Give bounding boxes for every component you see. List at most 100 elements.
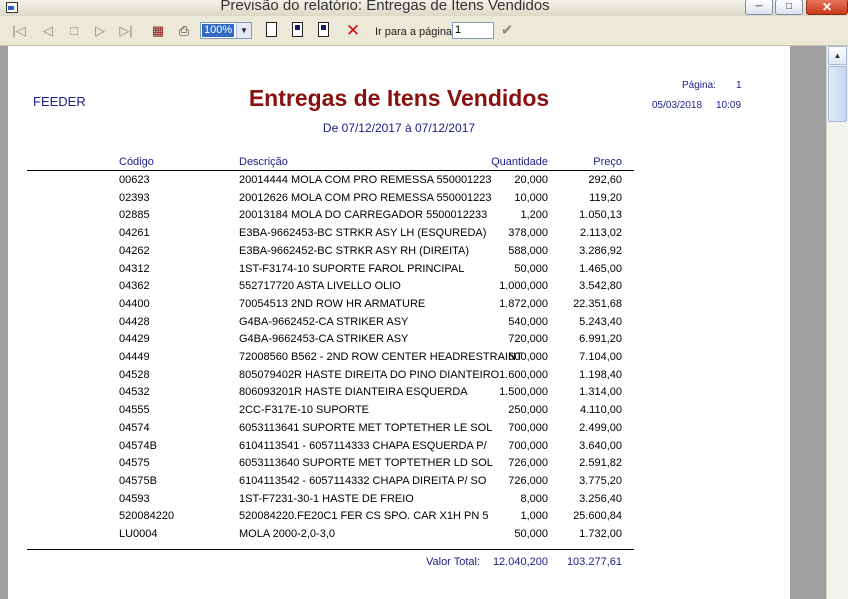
row-code: 04312 xyxy=(119,263,150,275)
row-description: E3BA-9662453-BC STRKR ASY LH (ESQUREDA) xyxy=(239,227,487,239)
row-code: LU0004 xyxy=(119,528,158,540)
row-description: 552717720 ASTA LIVELLO OLIO xyxy=(239,280,401,292)
two-pages-icon[interactable] xyxy=(292,22,303,37)
row-description: 806093201R HASTE DIANTEIRA ESQUERDA xyxy=(239,386,468,398)
row-description: 2CC-F317E-10 SUPORTE xyxy=(239,404,370,416)
row-price: 119,20 xyxy=(589,192,622,204)
row-code: 04428 xyxy=(119,316,150,328)
row-price: 1.314,00 xyxy=(579,386,622,398)
row-code: 04575B xyxy=(119,475,157,487)
column-header-description: Descrição xyxy=(239,156,288,168)
row-code: 02885 xyxy=(119,209,150,221)
row-quantity: 250,000 xyxy=(508,404,548,416)
row-description: 70054513 2ND ROW HR ARMATURE xyxy=(239,298,426,310)
row-description: 20014444 MOLA COM PRO REMESSA 550001223 xyxy=(239,174,492,186)
row-quantity: 20,000 xyxy=(514,174,548,186)
total-price: 103.277,61 xyxy=(566,556,622,568)
title-bar: Previsão do relatório: Entregas de Itens… xyxy=(0,0,848,16)
row-code: 04429 xyxy=(119,333,150,345)
close-icon: ✕ xyxy=(821,0,833,14)
maximize-button[interactable]: □ xyxy=(775,0,803,15)
row-code: 04532 xyxy=(119,386,150,398)
scroll-thumb[interactable] xyxy=(828,66,847,122)
row-description: 20012626 MOLA COM PRO REMESSA 550001223 xyxy=(239,192,492,204)
report-time: 10:09 xyxy=(716,100,742,111)
row-price: 3.775,20 xyxy=(579,475,622,487)
row-price: 25.600,84 xyxy=(573,510,622,522)
single-page-icon[interactable] xyxy=(266,22,277,37)
row-description: G4BA-9662452-CA STRIKER ASY xyxy=(239,316,409,328)
row-code: 04362 xyxy=(119,280,150,292)
zoom-select[interactable]: 100% ▼ xyxy=(200,22,252,39)
row-price: 5.243,40 xyxy=(579,316,622,328)
prev-page-icon[interactable]: ◁ xyxy=(40,22,56,40)
goto-page-input[interactable]: 1 xyxy=(452,22,494,39)
scroll-up-button[interactable]: ▲ xyxy=(828,46,847,65)
multi-page-icon[interactable] xyxy=(318,22,329,37)
row-quantity: 726,000 xyxy=(508,475,548,487)
row-price: 1.732,00 xyxy=(579,528,622,540)
row-code: 04262 xyxy=(119,245,150,257)
next-page-icon[interactable]: ▷ xyxy=(92,22,108,40)
total-quantity: 12.040,200 xyxy=(492,556,548,568)
row-code: 00623 xyxy=(119,174,150,186)
row-code: 04593 xyxy=(119,493,150,505)
row-description: 1ST-F7231-30-1 HASTE DE FREIO xyxy=(239,493,414,505)
column-header-quantity: Quantidade xyxy=(491,156,548,168)
row-price: 7.104,00 xyxy=(579,351,622,363)
row-quantity: 1,200 xyxy=(520,209,548,221)
total-label: Valor Total: xyxy=(425,556,480,568)
row-price: 3.286,92 xyxy=(579,245,622,257)
row-description: 6053113641 SUPORTE MET TOPTETHER LE SOL xyxy=(239,422,493,434)
row-price: 2.113,02 xyxy=(579,227,622,239)
row-price: 3.640,00 xyxy=(579,440,622,452)
row-price: 2.591,82 xyxy=(579,457,622,469)
last-page-icon[interactable]: ▷| xyxy=(116,22,136,40)
row-description: 6104113542 - 6057114332 CHAPA DIREITA P/… xyxy=(239,475,487,487)
row-description: 6104113541 - 6057114333 CHAPA ESQUERDA P… xyxy=(239,440,487,452)
total-divider xyxy=(27,549,634,550)
row-code: 04449 xyxy=(119,351,150,363)
vertical-scrollbar[interactable]: ▲ xyxy=(826,46,848,599)
first-page-icon[interactable]: |◁ xyxy=(10,22,28,40)
row-price: 4.110,00 xyxy=(579,404,622,416)
close-window-button[interactable]: ✕ xyxy=(806,0,848,15)
row-description: 20013184 MOLA DO CARREGADOR 5500012233 xyxy=(239,209,488,221)
toolbar: |◁ ◁ □ ▷ ▷| ▦ ⎙ 100% ▼ ✕ Ir para a págin… xyxy=(0,17,848,46)
preview-area: FEEDER Entregas de Itens Vendidos De 07/… xyxy=(0,46,826,599)
row-quantity: 8,000 xyxy=(520,493,548,505)
row-code: 04400 xyxy=(119,298,150,310)
row-code: 04555 xyxy=(119,404,150,416)
minimize-button[interactable]: ─ xyxy=(745,0,773,15)
stop-icon[interactable]: □ xyxy=(66,22,82,40)
row-price: 1.465,00 xyxy=(579,263,622,275)
close-report-icon[interactable]: ✕ xyxy=(344,22,362,40)
column-header-code: Código xyxy=(119,156,154,168)
row-price: 292,60 xyxy=(588,174,622,186)
row-description: E3BA-9662452-BC STRKR ASY RH (DIREITA) xyxy=(239,245,470,257)
row-code: 04574B xyxy=(119,440,157,452)
go-check-icon[interactable]: ✔ xyxy=(498,22,516,40)
row-code: 04575 xyxy=(119,457,150,469)
zoom-value: 100% xyxy=(202,24,235,37)
row-description: 1ST-F3174-10 SUPORTE FAROL PRINCIPAL xyxy=(239,263,465,275)
row-quantity: 50,000 xyxy=(514,528,548,540)
page-label: Página: xyxy=(682,80,716,91)
row-quantity: 1.600,000 xyxy=(499,369,548,381)
maximize-icon: □ xyxy=(785,1,793,12)
column-header-price: Preço xyxy=(593,156,622,168)
row-code: 520084220 xyxy=(119,510,175,522)
print-icon[interactable]: ⎙ xyxy=(174,22,194,40)
row-description: 6053113640 SUPORTE MET TOPTETHER LD SOL xyxy=(239,457,493,469)
row-quantity: 600,000 xyxy=(508,351,548,363)
row-price: 1.198,40 xyxy=(579,369,622,381)
print-setup-icon[interactable]: ▦ xyxy=(148,22,168,40)
row-price: 2.499,00 xyxy=(579,422,622,434)
row-quantity: 700,000 xyxy=(508,422,548,434)
chevron-down-icon[interactable]: ▼ xyxy=(236,23,251,38)
row-price: 6.991,20 xyxy=(579,333,622,345)
row-quantity: 540,000 xyxy=(508,316,548,328)
row-price: 3.256,40 xyxy=(579,493,622,505)
row-quantity: 700,000 xyxy=(508,440,548,452)
row-quantity: 1.000,000 xyxy=(499,280,548,292)
